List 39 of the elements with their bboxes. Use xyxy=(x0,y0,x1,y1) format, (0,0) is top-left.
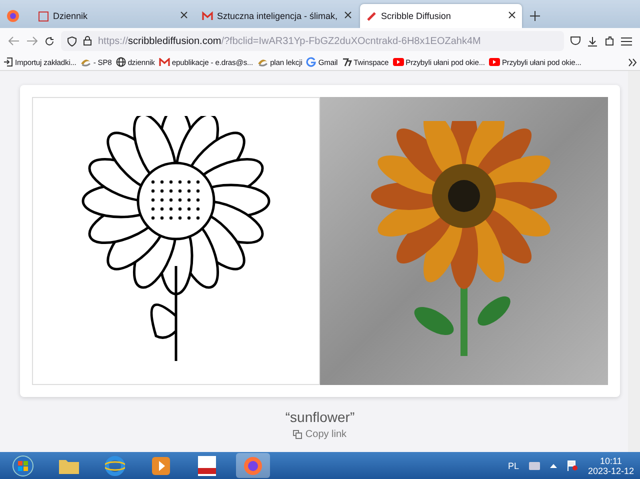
caret-icon[interactable] xyxy=(550,463,557,468)
extensions-icon[interactable] xyxy=(604,36,615,46)
plus-icon[interactable] xyxy=(530,11,540,21)
swirl-icon xyxy=(257,56,268,68)
checkbox-icon xyxy=(38,10,49,22)
tab-title: Sztuczna inteligencja - ślimak, xyxy=(217,11,339,21)
mail-icon xyxy=(202,10,213,22)
address-bar[interactable]: https://scribblediffusion.com/?fbclid=IwAR31Yp-FbGZ2duXOcntrakd-6H8x1EOZahk4M xyxy=(61,31,564,51)
google-icon xyxy=(306,57,316,67)
menu-icon[interactable] xyxy=(621,36,632,46)
chevron-icon[interactable] xyxy=(628,58,637,66)
play-icon xyxy=(392,58,404,66)
browser-tab[interactable]: Sztuczna inteligencja - ślimak, xyxy=(196,4,358,28)
swirl-icon xyxy=(80,56,92,68)
copy-link[interactable]: Copy link xyxy=(293,429,347,440)
back-icon[interactable] xyxy=(8,36,20,46)
shield-icon xyxy=(67,36,77,46)
clock[interactable]: 10:11 2023-12-12 xyxy=(588,456,634,476)
browser-tab[interactable]: Dziennik xyxy=(32,4,194,28)
browser-tab[interactable]: Scribble Diffusion xyxy=(360,4,522,28)
globe-icon xyxy=(116,57,126,67)
pocket-icon[interactable] xyxy=(570,36,581,46)
download-icon[interactable] xyxy=(587,36,598,46)
flag-icon[interactable] xyxy=(566,460,578,471)
lock-icon xyxy=(83,36,92,46)
copy-icon xyxy=(293,430,302,439)
tab-title: Dziennik xyxy=(53,11,89,21)
keyboard-icon[interactable] xyxy=(528,462,540,470)
mail-icon xyxy=(158,58,170,66)
forward-icon[interactable] xyxy=(26,36,38,46)
prompt-caption: “sunflower” xyxy=(285,409,355,425)
import-icon xyxy=(3,57,13,67)
reload-icon[interactable] xyxy=(44,36,55,46)
scrollbar[interactable] xyxy=(628,71,640,452)
tab-title: Scribble Diffusion xyxy=(381,11,452,21)
pen-icon xyxy=(366,10,377,22)
firefox-icon[interactable] xyxy=(6,9,20,23)
play-icon xyxy=(488,58,500,66)
language-indicator[interactable]: PL xyxy=(508,460,519,470)
